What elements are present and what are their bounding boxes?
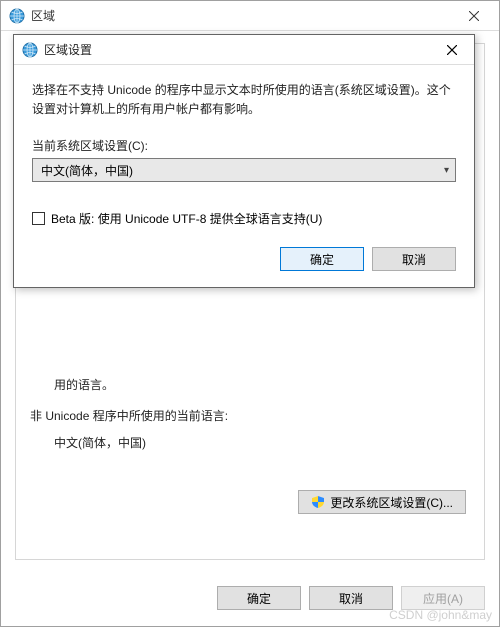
chevron-down-icon: ▾ xyxy=(444,165,449,176)
change-system-locale-button[interactable]: 更改系统区域设置(C)... xyxy=(298,490,466,514)
locale-label: 当前系统区域设置(C): xyxy=(32,137,456,154)
checkbox-icon xyxy=(32,212,45,225)
beta-utf8-label: Beta 版: 使用 Unicode UTF-8 提供全球语言支持(U) xyxy=(51,210,322,227)
parent-apply-button: 应用(A) xyxy=(401,586,485,610)
partial-text: 用的语言。 xyxy=(54,376,470,393)
non-unicode-value: 中文(简体，中国) xyxy=(54,434,470,451)
beta-utf8-checkbox-row[interactable]: Beta 版: 使用 Unicode UTF-8 提供全球语言支持(U) xyxy=(32,210,456,227)
shield-icon xyxy=(311,495,325,509)
modal-titlebar: 区域设置 xyxy=(14,35,474,65)
globe-icon xyxy=(9,8,25,24)
modal-body: 选择在不支持 Unicode 的程序中显示文本时所使用的语言(系统区域设置)。这… xyxy=(14,65,474,231)
close-icon xyxy=(447,45,457,55)
parent-footer: 确定 取消 应用(A) xyxy=(1,572,499,626)
locale-settings-dialog: 区域设置 选择在不支持 Unicode 的程序中显示文本时所使用的语言(系统区域… xyxy=(13,34,475,288)
parent-titlebar: 区域 xyxy=(1,1,499,31)
modal-title: 区域设置 xyxy=(44,41,432,58)
parent-title: 区域 xyxy=(31,7,451,24)
parent-ok-button[interactable]: 确定 xyxy=(217,586,301,610)
close-button-modal[interactable] xyxy=(432,35,472,65)
modal-footer: 确定 取消 xyxy=(14,231,474,287)
parent-cancel-button[interactable]: 取消 xyxy=(309,586,393,610)
non-unicode-heading: 非 Unicode 程序中所使用的当前语言: xyxy=(30,407,470,424)
change-system-locale-label: 更改系统区域设置(C)... xyxy=(330,494,453,511)
close-icon xyxy=(469,11,479,21)
locale-select[interactable]: 中文(简体，中国) ▾ xyxy=(32,158,456,182)
modal-cancel-button[interactable]: 取消 xyxy=(372,247,456,271)
modal-description: 选择在不支持 Unicode 的程序中显示文本时所使用的语言(系统区域设置)。这… xyxy=(32,81,456,119)
globe-icon xyxy=(22,42,38,58)
close-button-parent[interactable] xyxy=(451,1,497,31)
modal-ok-button[interactable]: 确定 xyxy=(280,247,364,271)
locale-select-value: 中文(简体，中国) xyxy=(41,162,133,179)
